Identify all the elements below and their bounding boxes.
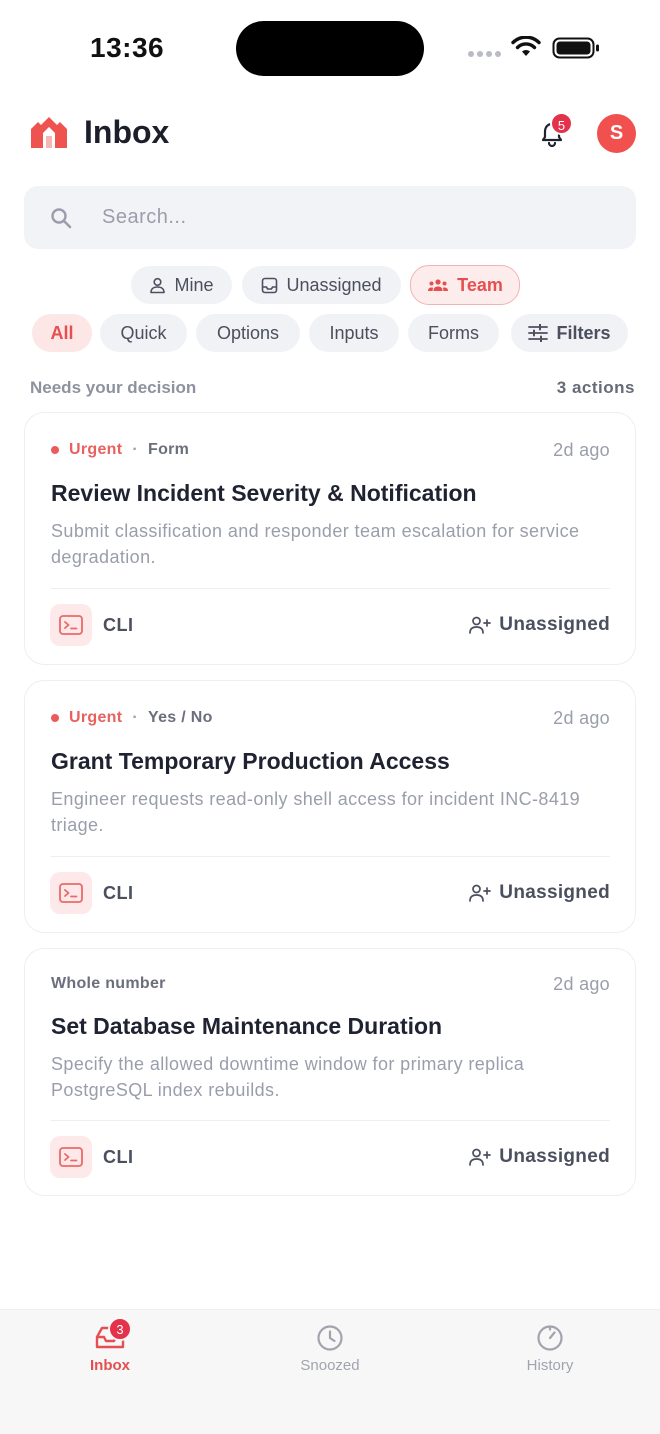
urgency-label: Urgent	[69, 441, 123, 458]
action-card[interactable]: Urgent · Yes / No 2d ago Grant Temporary…	[24, 680, 636, 933]
action-card[interactable]: Urgent · Form 2d ago Review Incident Sev…	[24, 412, 636, 665]
chip-label: All	[50, 322, 74, 343]
action-card[interactable]: Whole number 2d ago Set Database Mainten…	[24, 948, 636, 1196]
chip-mine[interactable]: Mine	[131, 266, 232, 304]
card-type: Yes / No	[148, 709, 213, 726]
chip-forms[interactable]: Forms	[408, 314, 499, 352]
source-label: CLI	[103, 1147, 134, 1167]
notification-badge: 5	[550, 112, 573, 135]
avatar[interactable]: S	[597, 114, 636, 153]
status-time: 13:36	[90, 32, 165, 63]
urgent-dot-icon	[51, 714, 59, 722]
card-title: Set Database Maintenance Duration	[51, 1013, 443, 1039]
chip-all[interactable]: All	[32, 314, 92, 352]
source-label: CLI	[103, 615, 134, 635]
card-time: 2d ago	[553, 440, 610, 460]
card-divider	[51, 856, 610, 857]
search-bar	[24, 186, 636, 249]
card-time: 2d ago	[553, 974, 610, 994]
app-header: Inbox 5 S	[30, 110, 636, 158]
inbox-tray-icon	[262, 277, 278, 293]
sliders-icon	[528, 324, 549, 342]
chip-label: Filters	[556, 322, 611, 343]
card-description: Submit classification and responder team…	[51, 521, 580, 567]
chip-team[interactable]: Team	[410, 265, 520, 305]
card-meta: Whole number	[51, 975, 166, 993]
terminal-icon	[50, 604, 92, 646]
card-divider	[51, 588, 610, 589]
search-input[interactable]	[102, 186, 602, 249]
terminal-icon	[50, 872, 92, 914]
status-bar: 13:36	[0, 0, 660, 96]
assignee-label: Unassigned	[499, 614, 610, 635]
meta-separator: ·	[132, 709, 138, 726]
tab-bar: 3 Inbox Snoozed History	[0, 1309, 660, 1434]
app-logo-icon	[31, 117, 67, 148]
battery-icon	[552, 37, 599, 59]
tab-inbox[interactable]: 3 Inbox	[0, 1310, 220, 1390]
source-label: CLI	[103, 883, 134, 903]
assign-button[interactable]: Unassigned	[469, 882, 610, 904]
team-icon	[428, 279, 449, 291]
chip-label: Inputs	[329, 322, 379, 343]
chip-inputs[interactable]: Inputs	[309, 314, 399, 352]
history-icon	[537, 1325, 563, 1351]
filters-button[interactable]: Filters	[511, 314, 628, 352]
tab-label: Inbox	[90, 1357, 130, 1374]
chip-quick[interactable]: Quick	[100, 314, 187, 352]
assignee-label: Unassigned	[499, 1146, 610, 1167]
chip-label: Options	[216, 322, 280, 343]
card-title: Grant Temporary Production Access	[51, 748, 450, 774]
add-user-icon	[469, 1148, 492, 1166]
chip-label: Forms	[428, 322, 479, 343]
meta-separator: ·	[132, 441, 138, 458]
chip-label: Team	[457, 274, 503, 295]
dynamic-island	[236, 21, 424, 76]
chip-unassigned[interactable]: Unassigned	[242, 266, 401, 304]
wifi-icon	[511, 36, 541, 56]
card-type: Form	[148, 441, 190, 458]
add-user-icon	[469, 616, 492, 634]
card-description: Specify the allowed downtime window for …	[51, 1054, 525, 1100]
add-user-icon	[469, 884, 492, 902]
tab-label: Snoozed	[300, 1357, 360, 1374]
card-description: Engineer requests read-only shell access…	[51, 789, 581, 835]
terminal-icon	[50, 1136, 92, 1178]
card-meta: Urgent · Form	[51, 441, 189, 459]
chip-options[interactable]: Options	[196, 314, 300, 352]
card-meta: Urgent · Yes / No	[51, 709, 213, 727]
card-divider	[51, 1120, 610, 1121]
inbox-badge: 3	[108, 1317, 132, 1341]
tab-history[interactable]: History	[440, 1310, 660, 1390]
section-title: Needs your decision	[30, 378, 197, 397]
assign-button[interactable]: Unassigned	[469, 1146, 610, 1168]
signal-icon	[468, 51, 501, 57]
urgent-dot-icon	[51, 446, 59, 454]
urgency-label: Urgent	[69, 709, 123, 726]
person-icon	[150, 277, 166, 293]
section-count: 3 actions	[556, 378, 635, 397]
card-title: Review Incident Severity & Notification	[51, 480, 477, 506]
tab-snoozed[interactable]: Snoozed	[220, 1310, 440, 1390]
page-title: Inbox	[84, 114, 170, 150]
search-icon	[51, 208, 72, 229]
assignee-label: Unassigned	[499, 882, 610, 903]
tab-label: History	[526, 1357, 574, 1374]
card-time: 2d ago	[553, 708, 610, 728]
chip-label: Unassigned	[286, 274, 382, 295]
chip-label: Quick	[120, 322, 167, 343]
card-type: Whole number	[51, 975, 166, 992]
assign-button[interactable]: Unassigned	[469, 614, 610, 636]
clock-icon	[317, 1325, 343, 1351]
chip-label: Mine	[174, 274, 214, 295]
